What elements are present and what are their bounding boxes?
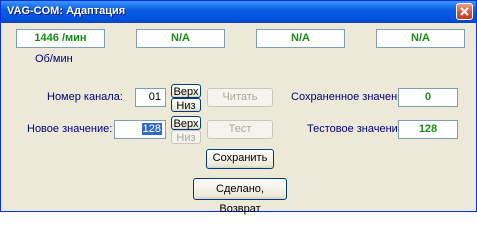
saved-value-label: Сохраненное значение:	[291, 91, 413, 103]
title-bar[interactable]: VAG-COM: Адаптация	[1, 1, 476, 23]
test-button[interactable]: Тест	[207, 120, 273, 139]
new-value-text: 128	[141, 123, 162, 135]
channel-up-button[interactable]: Верх	[171, 84, 201, 98]
value-up-button[interactable]: Верх	[171, 116, 201, 130]
close-button[interactable]	[456, 3, 473, 20]
value-field-4: N/A	[376, 29, 465, 48]
save-button[interactable]: Сохранить	[206, 149, 274, 169]
read-button[interactable]: Читать	[207, 88, 273, 107]
saved-value-field: 0	[398, 88, 458, 107]
value-field-3: N/A	[256, 29, 345, 48]
value-field-2: N/A	[136, 29, 225, 48]
channel-number-label: Номер канала:	[47, 91, 123, 103]
test-value-label: Тестовое значение:	[307, 123, 407, 135]
close-icon	[460, 7, 469, 16]
channel-down-button[interactable]: Низ	[171, 98, 201, 112]
adaptation-window: VAG-COM: Адаптация 1446 /мин N/A N/A N/A…	[0, 0, 477, 215]
rpm-unit-label: Об/мин	[35, 53, 73, 65]
new-value-label: Новое значение:	[27, 123, 113, 135]
channel-number-input[interactable]: 01	[135, 88, 166, 107]
rpm-value-field: 1446 /мин	[16, 29, 105, 48]
new-value-input[interactable]: 128	[114, 120, 166, 139]
value-down-button[interactable]: Низ	[171, 130, 201, 144]
test-value-field: 128	[398, 120, 458, 139]
done-return-button[interactable]: Сделано, Возврат	[193, 178, 287, 215]
window-title: VAG-COM: Адаптация	[7, 5, 126, 17]
